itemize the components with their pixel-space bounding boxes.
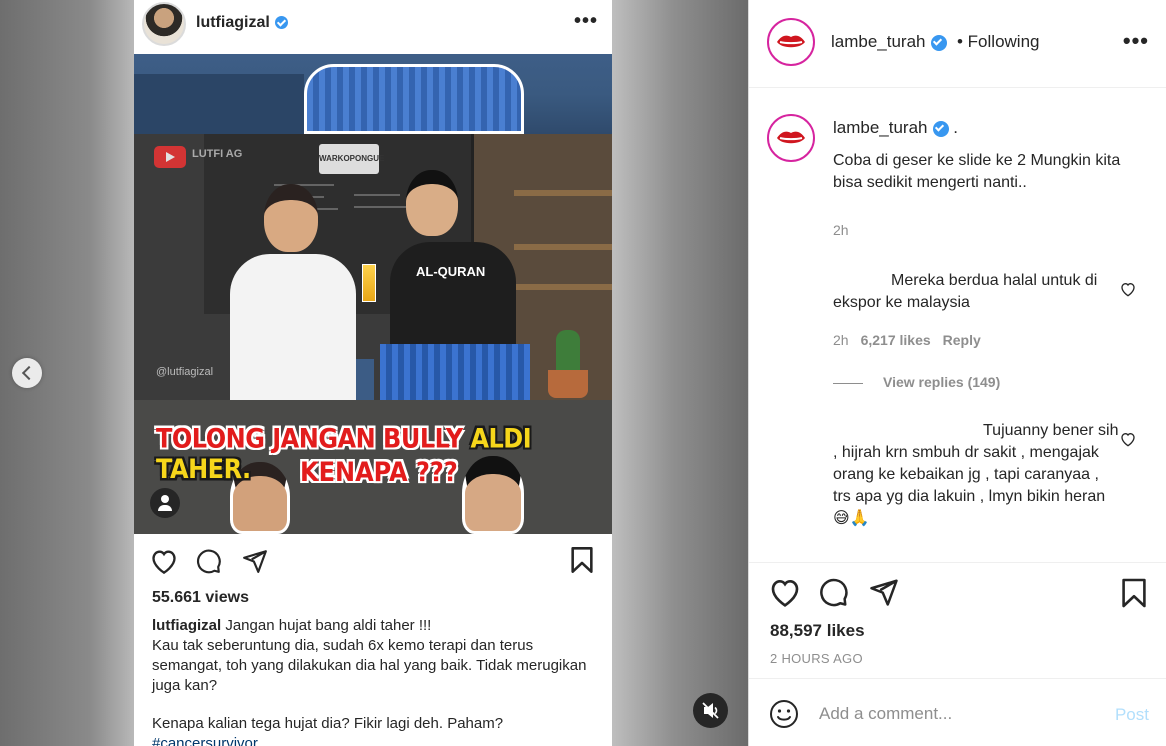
youtube-watermark: LUTFI AG xyxy=(192,148,243,160)
bookmark-icon xyxy=(571,547,593,573)
caption-avatar[interactable] xyxy=(767,114,815,162)
person-left-head xyxy=(264,184,318,252)
more-options-icon[interactable]: ••• xyxy=(1123,28,1149,54)
heart-icon[interactable] xyxy=(1120,281,1136,297)
verified-icon xyxy=(274,16,288,30)
emoji-icon[interactable] xyxy=(769,699,799,729)
shelf xyxy=(514,284,612,290)
repost-caption: lutfiagizal Jangan hujat bang aldi taher… xyxy=(152,617,587,746)
post-actions: 88,597 likes 2 HOURS AGO xyxy=(749,562,1166,678)
post-button[interactable]: Post xyxy=(1115,705,1149,725)
comment-text: Mereka berdua halal untuk di ekspor ke m… xyxy=(833,272,1098,311)
repost-username: lutfiagizal xyxy=(196,14,288,32)
post-timestamp[interactable]: 2 HOURS AGO xyxy=(770,651,863,666)
drink-glass xyxy=(362,264,376,302)
verified-icon xyxy=(932,120,949,137)
comments-list: lambe_turah . Coba di geser ke slide ke … xyxy=(749,88,1166,562)
overlay-text-question: KENAPA ??? xyxy=(300,456,458,488)
sarung-shape xyxy=(304,64,524,134)
sarung-shape xyxy=(380,344,530,400)
share-icon[interactable] xyxy=(869,577,899,607)
shelf xyxy=(514,244,612,250)
post-side-panel: lambe_turah • Following ••• lambe_turah … xyxy=(748,0,1166,746)
reposted-screenshot: lutfiagizal ••• LUTFI AG WARKOPONGUE AL-… xyxy=(134,0,612,746)
reply-button[interactable]: Reply xyxy=(943,332,981,348)
youtube-icon xyxy=(154,146,186,168)
instagram-watermark: @lutfiagizal xyxy=(156,366,214,378)
person-left xyxy=(230,254,356,400)
share-icon xyxy=(243,550,267,573)
post-media-area: lutfiagizal ••• LUTFI AG WARKOPONGUE AL-… xyxy=(0,0,748,746)
comment-icon xyxy=(197,549,221,574)
plant-pot xyxy=(548,370,588,398)
heart-icon xyxy=(152,550,176,574)
jeans-shape xyxy=(134,74,304,134)
comment-icon[interactable] xyxy=(819,577,849,607)
user-tag-icon[interactable] xyxy=(150,488,180,518)
comment-likes[interactable]: 6,217 likes xyxy=(861,332,931,348)
cafe-sign: WARKOPONGUE xyxy=(319,144,384,174)
chevron-left-icon[interactable] xyxy=(12,358,42,388)
post-header: lambe_turah • Following ••• xyxy=(749,0,1166,88)
lips-logo xyxy=(777,131,805,144)
caption-time: 2h xyxy=(833,222,849,238)
lips-logo xyxy=(777,35,805,48)
image-panel-middle: LUTFI AG WARKOPONGUE AL-QURAN @lutfiagiz… xyxy=(134,134,612,400)
author-avatar[interactable] xyxy=(767,18,815,66)
shirt-text: AL-QURAN xyxy=(416,264,486,279)
like-heart-icon[interactable] xyxy=(769,577,801,607)
mute-button[interactable] xyxy=(693,693,728,728)
image-panel-bottom: TOLONG JANGAN BULLY ALDI TAHER. KENAPA ?… xyxy=(134,400,612,534)
repost-header: lutfiagizal ••• xyxy=(134,0,612,54)
mute-icon xyxy=(702,702,719,719)
author-username[interactable]: lambe_turah xyxy=(831,32,947,52)
comment-text: Tujuanny bener sih , hijrah krn smbuh dr… xyxy=(833,422,1119,527)
bookmark-icon[interactable] xyxy=(1121,577,1147,609)
repost-actions xyxy=(134,540,612,580)
verified-icon xyxy=(930,34,947,51)
caption-username[interactable]: lambe_turah . xyxy=(833,118,958,138)
comment-bar: Post xyxy=(749,678,1166,746)
repost-avatar xyxy=(142,2,186,46)
following-status[interactable]: • Following xyxy=(957,32,1040,52)
cactus xyxy=(556,330,580,374)
comment-meta: 2h 6,217 likes Reply xyxy=(833,332,981,348)
repost-image: LUTFI AG WARKOPONGUE AL-QURAN @lutfiagiz… xyxy=(134,54,612,534)
view-replies-button[interactable]: View replies (149) xyxy=(833,374,1000,390)
heart-icon[interactable] xyxy=(1120,431,1136,447)
repost-views: 55.661 views xyxy=(152,589,249,606)
image-panel-top xyxy=(134,54,612,134)
more-icon: ••• xyxy=(573,10,598,32)
likes-count[interactable]: 88,597 likes xyxy=(770,621,865,641)
caption-text: Coba di geser ke slide ke 2 Mungkin kita… xyxy=(833,152,1121,191)
person-right-head xyxy=(406,170,458,236)
comment-input[interactable] xyxy=(819,701,1089,727)
shelf xyxy=(514,190,612,196)
